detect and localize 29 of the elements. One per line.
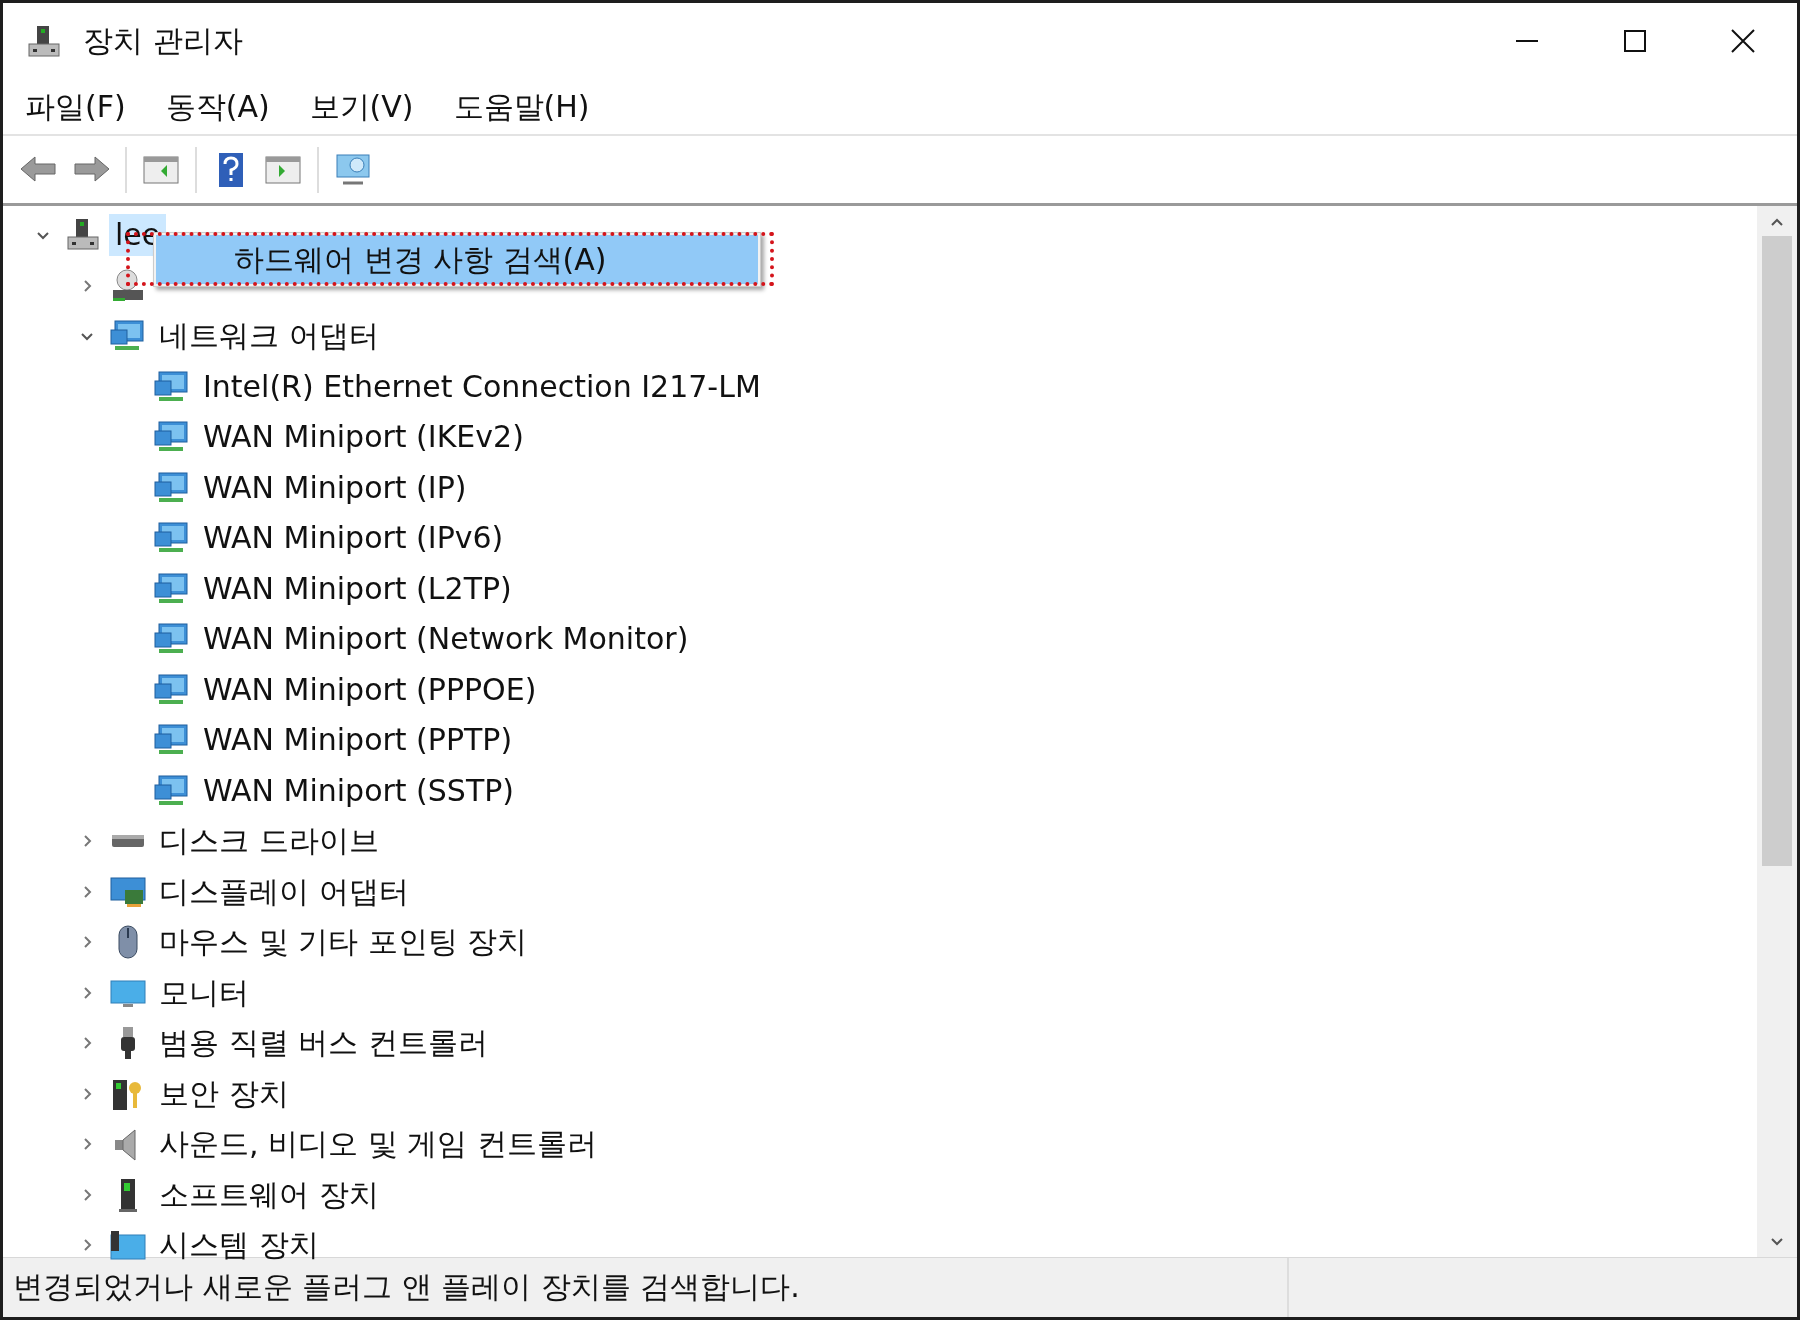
tree-item[interactable]: WAN Miniport (PPPOE) [197, 668, 543, 711]
tree-item[interactable]: 사운드, 비디오 및 게임 컨트롤러 [153, 1123, 603, 1166]
tree-item[interactable]: 모니터 [153, 971, 255, 1014]
menu-item[interactable]: 하드웨어 변경 사항 검색(A) [156, 235, 758, 284]
menu-item[interactable]: 파일(F) [3, 79, 144, 133]
tree-item[interactable]: WAN Miniport (Network Monitor) [197, 618, 695, 661]
menu-item[interactable]: 도움말(H) [431, 79, 608, 133]
tree-item[interactable]: 디스크 드라이브 [153, 820, 385, 863]
tree-item[interactable]: WAN Miniport (IP) [197, 466, 473, 509]
close-icon [1728, 27, 1758, 54]
tree-item[interactable]: WAN Miniport (IKEv2) [197, 416, 530, 459]
tree-item[interactable]: 네트워크 어댑터 [153, 315, 385, 358]
tree-item[interactable]: WAN Miniport (IPv6) [197, 517, 510, 560]
tree-item[interactable]: 보안 장치 [153, 1072, 295, 1115]
disk-drive-icon [109, 835, 147, 848]
computer-icon [27, 23, 61, 58]
tree-item[interactable]: WAN Miniport (L2TP) [197, 567, 518, 610]
tree-item[interactable]: Intel(R) Ethernet Connection I217-LM [197, 365, 767, 408]
tree-item[interactable]: 마우스 및 기타 포인팅 장치 [153, 921, 534, 964]
tree-item[interactable]: WAN Miniport (SSTP) [197, 769, 521, 812]
tree-item[interactable]: WAN Miniport (PPTP) [197, 719, 519, 762]
scrollbar[interactable] [1757, 206, 1797, 1257]
menu-item[interactable]: 동작(A) [143, 79, 288, 133]
scrollbar-thumb[interactable] [1762, 236, 1792, 866]
window-title: 장치 관리자 [83, 22, 243, 60]
tree-item[interactable]: 소프트웨어 장치 [153, 1173, 385, 1216]
menu-item[interactable]: 보기(V) [287, 79, 432, 133]
tree-item[interactable]: 디스플레이 어댑터 [153, 870, 415, 913]
tree-item[interactable]: 범용 직렬 버스 컨트롤러 [153, 1022, 494, 1065]
